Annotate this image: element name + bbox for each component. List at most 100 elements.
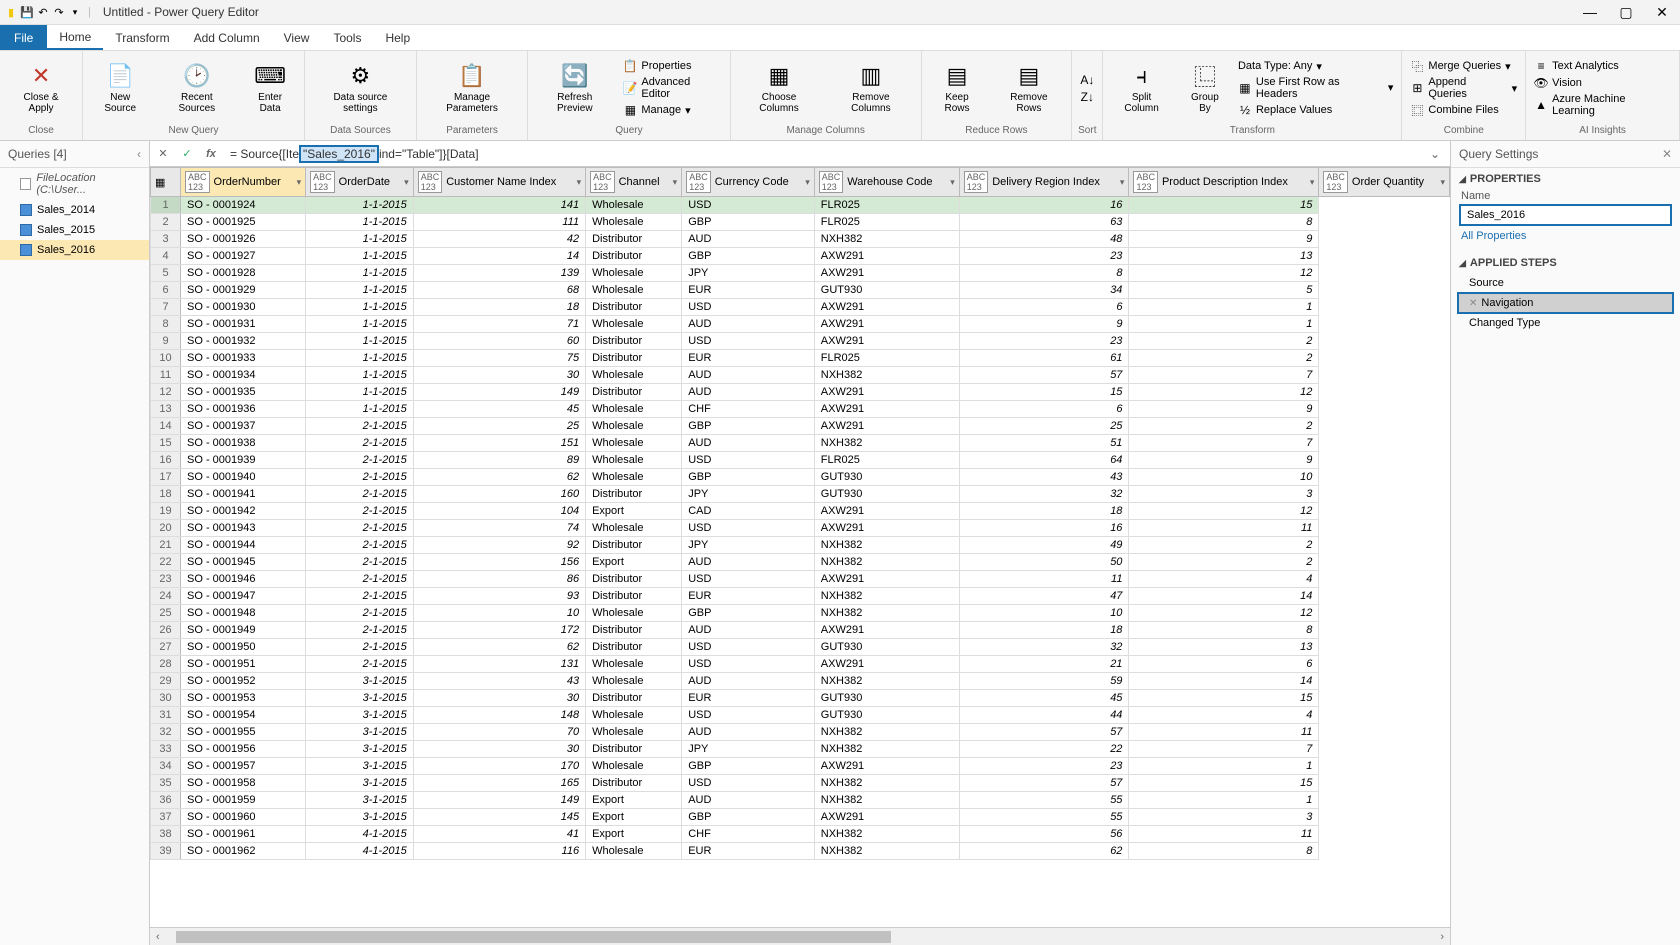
- menu-tab-transform[interactable]: Transform: [103, 25, 181, 50]
- qat-more[interactable]: ▾: [68, 5, 82, 19]
- fx-icon[interactable]: fx: [202, 145, 220, 163]
- table-row[interactable]: 16SO - 00019392-1-201589WholesaleUSDFLR0…: [151, 452, 1450, 469]
- table-row[interactable]: 10SO - 00019331-1-201575DistributorEURFL…: [151, 350, 1450, 367]
- table-row[interactable]: 29SO - 00019523-1-201543WholesaleAUDNXH3…: [151, 673, 1450, 690]
- horizontal-scrollbar[interactable]: ‹ ›: [150, 927, 1450, 945]
- menu-tab-help[interactable]: Help: [373, 25, 422, 50]
- azure-ml-button[interactable]: ▲Azure Machine Learning: [1530, 92, 1675, 118]
- append-queries-button[interactable]: ⊞Append Queries ▾: [1406, 75, 1521, 101]
- filter-icon[interactable]: ▾: [1440, 177, 1445, 188]
- remove-columns-button[interactable]: ▥Remove Columns: [825, 60, 916, 116]
- remove-rows-button[interactable]: ▤Remove Rows: [990, 60, 1067, 116]
- merge-queries-button[interactable]: ⿻Merge Queries ▾: [1406, 58, 1521, 74]
- query-item[interactable]: Sales_2015: [0, 220, 149, 240]
- manage-button[interactable]: ▦Manage ▾: [619, 102, 725, 118]
- table-row[interactable]: 36SO - 00019593-1-2015149ExportAUDNXH382…: [151, 792, 1450, 809]
- delete-step-icon[interactable]: ✕: [1469, 298, 1477, 309]
- data-type-button[interactable]: Data Type: Any ▾: [1234, 59, 1397, 74]
- column-header[interactable]: ABC123Currency Code▾: [682, 168, 815, 197]
- table-row[interactable]: 4SO - 00019271-1-201514DistributorGBPAXW…: [151, 248, 1450, 265]
- refresh-preview-button[interactable]: 🔄Refresh Preview: [532, 60, 617, 116]
- table-row[interactable]: 27SO - 00019502-1-201562DistributorUSDGU…: [151, 639, 1450, 656]
- table-row[interactable]: 34SO - 00019573-1-2015170WholesaleGBPAXW…: [151, 758, 1450, 775]
- table-row[interactable]: 37SO - 00019603-1-2015145ExportGBPAXW291…: [151, 809, 1450, 826]
- table-row[interactable]: 8SO - 00019311-1-201571WholesaleAUDAXW29…: [151, 316, 1450, 333]
- enter-data-button[interactable]: ⌨Enter Data: [240, 60, 300, 116]
- table-row[interactable]: 12SO - 00019351-1-2015149DistributorAUDA…: [151, 384, 1450, 401]
- query-item[interactable]: FileLocation (C:\User...: [0, 168, 149, 200]
- table-row[interactable]: 18SO - 00019412-1-2015160DistributorJPYG…: [151, 486, 1450, 503]
- cancel-formula-icon[interactable]: ✕: [154, 145, 172, 163]
- query-name-input[interactable]: [1459, 204, 1672, 226]
- corner-cell[interactable]: ▦: [151, 168, 181, 197]
- applied-step[interactable]: Source: [1451, 274, 1680, 292]
- manage-parameters-button[interactable]: 📋Manage Parameters: [421, 60, 523, 116]
- accept-formula-icon[interactable]: ✓: [178, 145, 196, 163]
- data-table[interactable]: ▦ABC123OrderNumber▾ABC123OrderDate▾ ABC12…: [150, 167, 1450, 927]
- column-header[interactable]: ABC123OrderNumber▾: [181, 168, 306, 197]
- filter-icon[interactable]: ▾: [404, 177, 409, 188]
- query-item[interactable]: Sales_2016: [0, 240, 149, 260]
- table-row[interactable]: 39SO - 00019624-1-2015116WholesaleEURNXH…: [151, 843, 1450, 860]
- table-row[interactable]: 25SO - 00019482-1-201510WholesaleGBPNXH3…: [151, 605, 1450, 622]
- minimize-button[interactable]: —: [1576, 2, 1604, 22]
- file-menu[interactable]: File: [0, 25, 47, 50]
- table-row[interactable]: 22SO - 00019452-1-2015156ExportAUDNXH382…: [151, 554, 1450, 571]
- table-row[interactable]: 1SO - 00019241-1-2015141WholesaleUSDFLR0…: [151, 197, 1450, 214]
- combine-files-button[interactable]: ⿴Combine Files: [1406, 102, 1521, 118]
- sort-asc-button[interactable]: A↓: [1076, 72, 1098, 88]
- table-row[interactable]: 28SO - 00019512-1-2015131WholesaleUSDAXW…: [151, 656, 1450, 673]
- table-row[interactable]: 31SO - 00019543-1-2015148WholesaleUSDGUT…: [151, 707, 1450, 724]
- table-row[interactable]: 5SO - 00019281-1-2015139WholesaleJPYAXW2…: [151, 265, 1450, 282]
- table-row[interactable]: 3SO - 00019261-1-201542DistributorAUDNXH…: [151, 231, 1450, 248]
- new-source-button[interactable]: 📄New Source: [87, 60, 153, 116]
- menu-tab-tools[interactable]: Tools: [321, 25, 373, 50]
- query-item[interactable]: Sales_2014: [0, 200, 149, 220]
- maximize-button[interactable]: ▢: [1612, 2, 1640, 22]
- table-row[interactable]: 35SO - 00019583-1-2015165DistributorUSDN…: [151, 775, 1450, 792]
- advanced-editor-button[interactable]: 📝Advanced Editor: [619, 75, 725, 101]
- table-row[interactable]: 15SO - 00019382-1-2015151WholesaleAUDNXH…: [151, 435, 1450, 452]
- table-row[interactable]: 19SO - 00019422-1-2015104ExportCADAXW291…: [151, 503, 1450, 520]
- filter-icon[interactable]: ▾: [673, 177, 678, 188]
- properties-button[interactable]: 📋Properties: [619, 58, 725, 74]
- first-row-headers-button[interactable]: ▦Use First Row as Headers ▾: [1234, 75, 1397, 101]
- save-icon[interactable]: 💾: [20, 5, 34, 19]
- table-row[interactable]: 14SO - 00019372-1-201525WholesaleGBPAXW2…: [151, 418, 1450, 435]
- data-source-settings-button[interactable]: ⚙Data source settings: [309, 60, 412, 116]
- replace-values-button[interactable]: ½Replace Values: [1234, 102, 1397, 118]
- applied-steps-section[interactable]: ◢APPLIED STEPS: [1451, 252, 1680, 274]
- table-row[interactable]: 20SO - 00019432-1-201574WholesaleUSDAXW2…: [151, 520, 1450, 537]
- undo-icon[interactable]: ↶: [36, 5, 50, 19]
- applied-step[interactable]: Changed Type: [1451, 314, 1680, 332]
- table-row[interactable]: 38SO - 00019614-1-201541ExportCHFNXH3825…: [151, 826, 1450, 843]
- table-row[interactable]: 9SO - 00019321-1-201560DistributorUSDAXW…: [151, 333, 1450, 350]
- recent-sources-button[interactable]: 🕑Recent Sources: [155, 60, 238, 116]
- close-window-button[interactable]: ✕: [1648, 2, 1676, 22]
- close-apply-button[interactable]: ✕Close & Apply: [4, 60, 78, 116]
- column-header[interactable]: ABC123Product Description Index▾: [1129, 168, 1319, 197]
- filter-icon[interactable]: ▾: [950, 177, 955, 188]
- table-row[interactable]: 33SO - 00019563-1-201530DistributorJPYNX…: [151, 741, 1450, 758]
- table-row[interactable]: 24SO - 00019472-1-201593DistributorEURNX…: [151, 588, 1450, 605]
- choose-columns-button[interactable]: ▦Choose Columns: [735, 60, 823, 116]
- filter-icon[interactable]: ▾: [1310, 177, 1315, 188]
- filter-icon[interactable]: ▾: [805, 177, 810, 188]
- text-analytics-button[interactable]: ≡Text Analytics: [1530, 58, 1675, 74]
- expand-formula-icon[interactable]: ⌄: [1424, 147, 1446, 161]
- column-header[interactable]: ABC123Delivery Region Index▾: [959, 168, 1129, 197]
- redo-icon[interactable]: ↷: [52, 5, 66, 19]
- column-header[interactable]: ABC123Order Quantity▾: [1319, 168, 1450, 197]
- keep-rows-button[interactable]: ▤Keep Rows: [926, 60, 989, 116]
- group-by-button[interactable]: ⿺Group By: [1178, 60, 1232, 116]
- column-header[interactable]: ABC123OrderDate▾: [306, 168, 414, 197]
- table-row[interactable]: 23SO - 00019462-1-201586DistributorUSDAX…: [151, 571, 1450, 588]
- sort-desc-button[interactable]: Z↓: [1076, 89, 1098, 105]
- filter-icon[interactable]: ▾: [577, 177, 582, 188]
- menu-tab-add-column[interactable]: Add Column: [182, 25, 272, 50]
- split-column-button[interactable]: ⫞Split Column: [1107, 60, 1176, 116]
- table-row[interactable]: 11SO - 00019341-1-201530WholesaleAUDNXH3…: [151, 367, 1450, 384]
- filter-icon[interactable]: ▾: [1120, 177, 1125, 188]
- table-row[interactable]: 7SO - 00019301-1-201518DistributorUSDAXW…: [151, 299, 1450, 316]
- table-row[interactable]: 21SO - 00019442-1-201592DistributorJPYNX…: [151, 537, 1450, 554]
